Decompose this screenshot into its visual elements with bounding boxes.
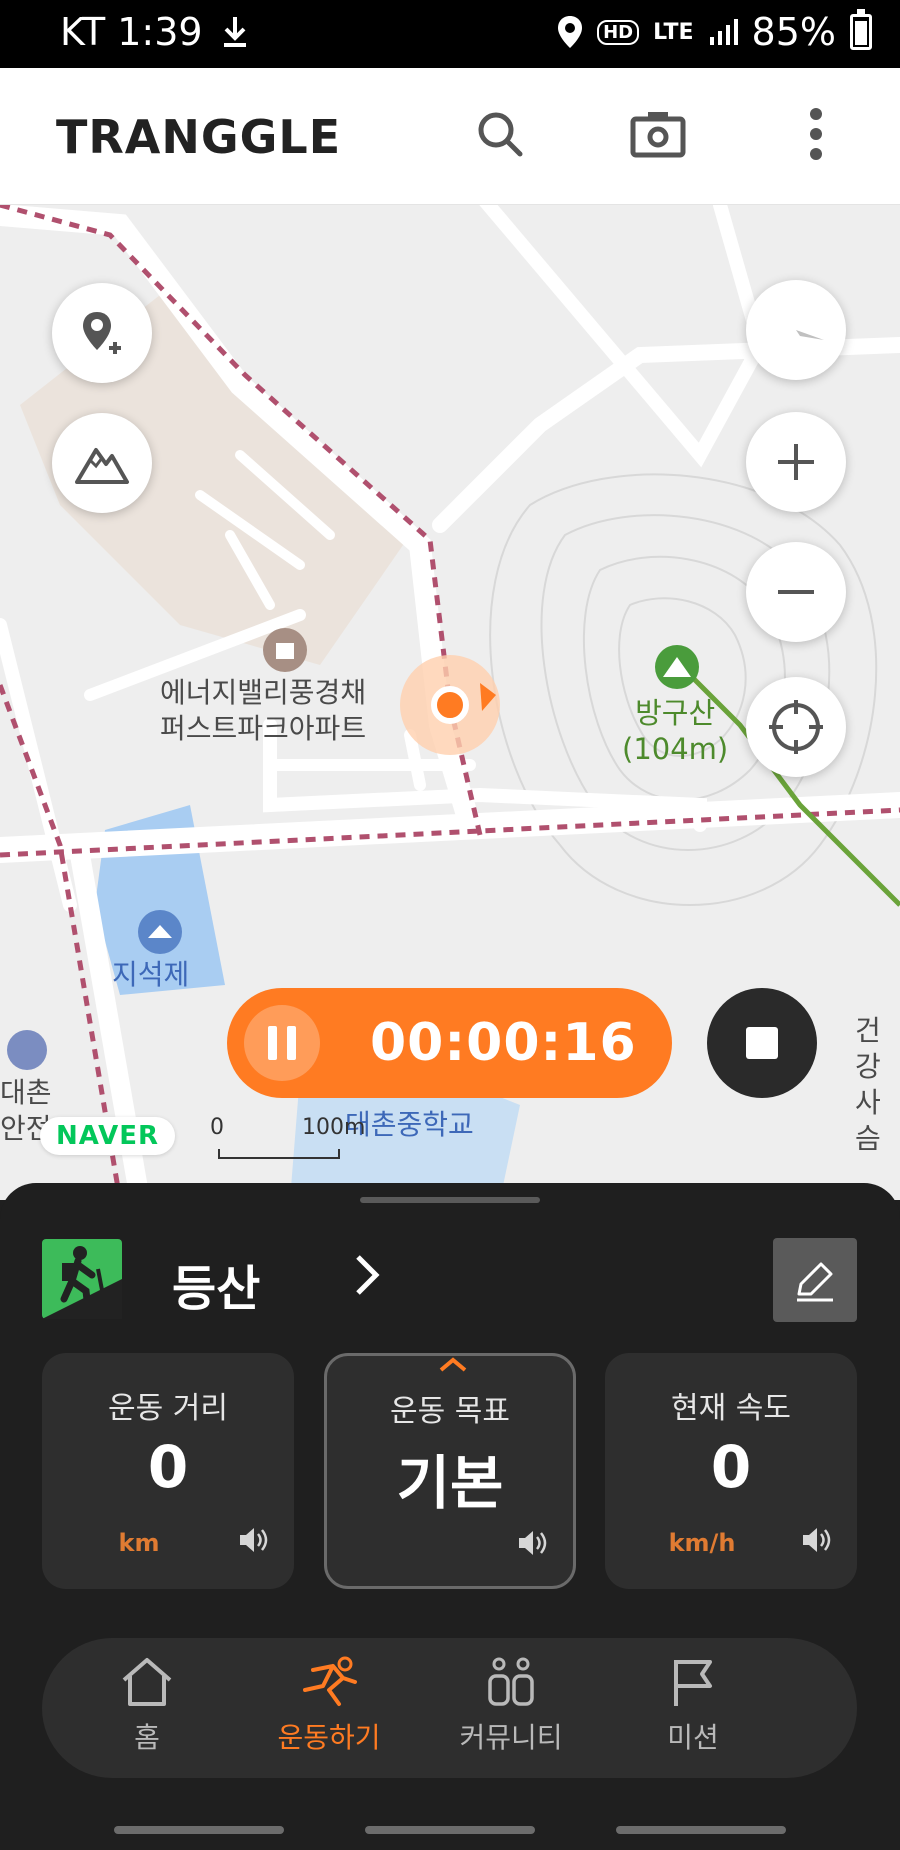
- pause-icon: [268, 1026, 277, 1060]
- app-logo: TRANGGLE: [56, 110, 342, 164]
- app-header: TRANGGLE: [0, 68, 900, 205]
- home-icon: [122, 1658, 172, 1706]
- bottom-sheet: 등산 운동 거리 0 km 운동 목표 기본 현재 속도 0 km/h 홈 운동…: [0, 1183, 900, 1850]
- tab-home[interactable]: 홈: [72, 1656, 222, 1756]
- edit-button[interactable]: [773, 1238, 857, 1322]
- tab-mission-label: 미션: [667, 1721, 719, 1754]
- scale-zero: 0: [210, 1115, 224, 1140]
- mountain-label-text: 방구산 (104m): [622, 696, 729, 766]
- zoom-in-button[interactable]: [746, 412, 846, 512]
- scale-unit: 100m: [302, 1115, 366, 1140]
- download-icon: [223, 17, 246, 47]
- bottom-tab-bar: 홈 운동하기 커뮤니티 미션: [42, 1638, 857, 1778]
- plus-icon: [778, 444, 814, 480]
- tab-community-label: 커뮤니티: [459, 1721, 563, 1754]
- battery-icon: [850, 9, 872, 50]
- apartment-label-text: 에너지밸리풍경채 퍼스트파크아파트: [160, 676, 367, 745]
- nav-back-hint[interactable]: [616, 1826, 786, 1834]
- apartment-label: 에너지밸리풍경채 퍼스트파크아파트: [160, 675, 366, 747]
- activity-name[interactable]: 등산: [172, 1249, 260, 1319]
- reservoir-label-text: 지석제: [112, 958, 190, 991]
- tab-mission[interactable]: 미션: [618, 1656, 768, 1756]
- search-icon[interactable]: [470, 104, 530, 164]
- hiking-icon: [42, 1239, 122, 1319]
- community-icon: [488, 1657, 534, 1706]
- mountain-icon: [75, 448, 129, 484]
- minus-icon: [778, 590, 814, 594]
- compass-icon: [768, 320, 824, 340]
- stop-button[interactable]: [707, 988, 817, 1098]
- stop-icon: [746, 1027, 778, 1059]
- compass-button[interactable]: [746, 280, 846, 380]
- chevron-up-icon: [439, 1357, 467, 1372]
- distance-label: 운동 거리: [108, 1391, 228, 1426]
- terrain-button[interactable]: [52, 413, 152, 513]
- zoom-out-button[interactable]: [746, 542, 846, 642]
- distance-value: 0: [147, 1433, 189, 1501]
- goal-label: 운동 목표: [390, 1394, 510, 1429]
- mountain-label: 방구산 (104m): [622, 695, 728, 767]
- crosshair-icon: [769, 700, 823, 754]
- hd-indicator: HD: [597, 19, 640, 45]
- more-vertical-icon[interactable]: [786, 104, 846, 164]
- status-bar: KT 1:39 HD LTE 85%: [0, 0, 900, 68]
- map-pin-plus-icon: [83, 312, 121, 354]
- nav-home-hint[interactable]: [365, 1826, 535, 1834]
- recording-timer: 00:00:16: [227, 988, 672, 1098]
- pencil-icon: [797, 1262, 833, 1302]
- distance-card[interactable]: 운동 거리 0 km: [42, 1353, 294, 1589]
- camera-icon[interactable]: [628, 104, 688, 164]
- elapsed-time: 00:00:16: [370, 1013, 637, 1073]
- goal-card[interactable]: 운동 목표 기본: [324, 1353, 576, 1589]
- signal-icon: [709, 19, 738, 45]
- sheet-handle[interactable]: [360, 1197, 540, 1203]
- speaker-icon[interactable]: [517, 1528, 549, 1558]
- tab-community[interactable]: 커뮤니티: [436, 1656, 586, 1756]
- distance-unit: km: [118, 1529, 160, 1557]
- speaker-icon[interactable]: [238, 1525, 270, 1555]
- add-place-button[interactable]: [52, 283, 152, 383]
- right-edge-label-text: 건강 사슴: [855, 1014, 881, 1155]
- speed-unit: km/h: [668, 1529, 736, 1557]
- tab-exercise-label: 운동하기: [277, 1721, 381, 1754]
- speed-value: 0: [710, 1433, 752, 1501]
- speed-label: 현재 속도: [671, 1391, 791, 1426]
- carrier-time: KT 1:39: [60, 10, 203, 54]
- tab-home-label: 홈: [134, 1721, 160, 1754]
- flag-icon: [674, 1660, 712, 1706]
- goal-value: 기본: [396, 1449, 504, 1517]
- location-icon: [558, 16, 583, 48]
- naver-logo: NAVER: [40, 1117, 176, 1155]
- network-indicator: LTE: [653, 19, 694, 45]
- run-icon: [303, 1656, 357, 1706]
- chevron-right-icon[interactable]: [352, 1253, 382, 1297]
- reservoir-label: 지석제: [112, 957, 189, 993]
- battery-percent: 85%: [751, 10, 836, 54]
- nav-recent-hint[interactable]: [114, 1826, 284, 1834]
- pause-button[interactable]: [244, 1005, 320, 1081]
- locate-button[interactable]: [746, 677, 846, 777]
- speaker-icon[interactable]: [801, 1525, 833, 1555]
- speed-card[interactable]: 현재 속도 0 km/h: [605, 1353, 857, 1589]
- tab-exercise[interactable]: 운동하기: [254, 1656, 404, 1756]
- right-edge-label: 건강 사슴: [855, 1013, 900, 1157]
